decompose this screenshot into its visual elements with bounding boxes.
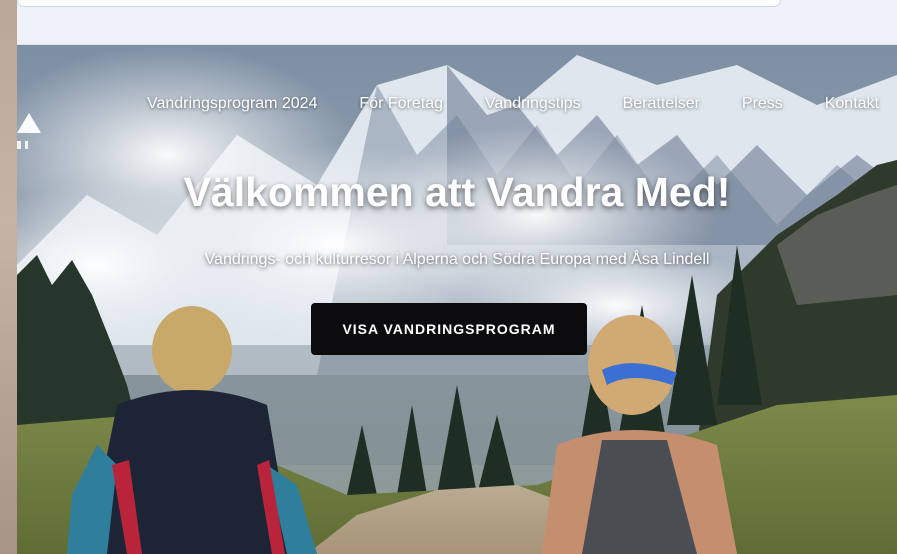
hero-title: Välkommen att Vandra Med! <box>183 169 731 215</box>
nav-item-vandringstips[interactable]: Vandringstips <box>485 95 581 113</box>
hero-section: Vandringsprogram 2024 För Företag Vandri… <box>17 45 897 554</box>
address-bar[interactable] <box>17 0 781 7</box>
site-logo[interactable] <box>17 97 43 151</box>
show-hiking-program-button[interactable]: VISA VANDRINGSPROGRAM <box>311 303 587 355</box>
mountain-logo-icon <box>17 113 41 149</box>
nav-item-berattelser[interactable]: Berättelser <box>623 95 700 113</box>
nav-item-vandringsprogram-2024[interactable]: Vandringsprogram 2024 <box>147 95 317 113</box>
nav-item-press[interactable]: Press <box>742 95 783 113</box>
main-navigation: Vandringsprogram 2024 För Företag Vandri… <box>147 95 879 113</box>
hero-subtitle: Vandrings- och kulturresor i Alperna och… <box>204 251 710 268</box>
screen-left-edge <box>0 0 17 554</box>
hero-background-photo <box>17 45 897 554</box>
nav-item-kontakt[interactable]: Kontakt <box>825 95 879 113</box>
browser-toolbar <box>17 0 897 45</box>
nav-item-for-foretag[interactable]: För Företag <box>359 95 443 113</box>
